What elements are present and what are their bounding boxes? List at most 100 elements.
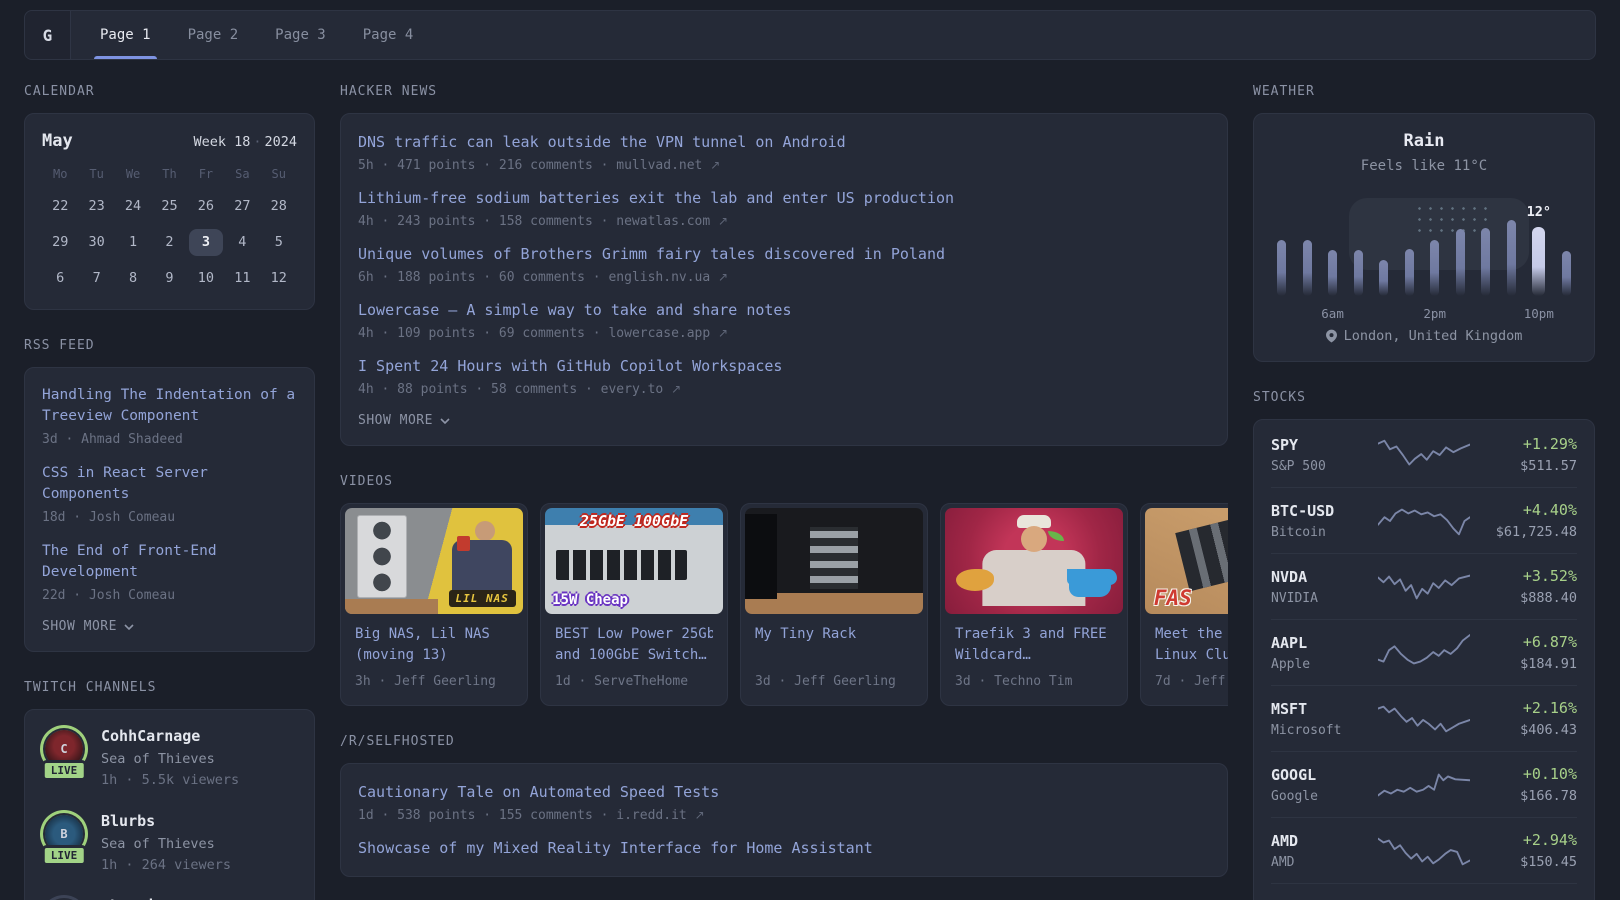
rss-item-title[interactable]: Handling The Indentation of a Treeview C…: [42, 385, 297, 427]
stock-name: S&P 500: [1271, 458, 1326, 474]
video-thumbnail[interactable]: 25GbE 100GbE 15W Cheap: [545, 508, 723, 614]
video-title[interactable]: and 100GbE Switch…: [555, 645, 713, 666]
thumb-decor: [806, 523, 863, 593]
weather-bar: [1561, 251, 1571, 296]
external-link-icon: ↗: [718, 326, 729, 340]
video-card[interactable]: LIL NAS Big NAS, Lil NAS (moving 13) 3h …: [340, 503, 528, 706]
thumb-decor: [345, 599, 438, 614]
video-thumbnail[interactable]: [745, 508, 923, 614]
hn-domain-link[interactable]: mullvad.net: [616, 158, 702, 173]
video-card[interactable]: My Tiny Rack 3d · Jeff Geerling: [740, 503, 928, 706]
twitch-avatar[interactable]: B LIVE: [41, 812, 87, 866]
weather-condition: Rain: [1403, 131, 1445, 151]
calendar-day: 26: [197, 198, 215, 214]
calendar-day-selected: 3: [188, 229, 223, 256]
external-link-icon: ↗: [718, 270, 729, 284]
tab-page-2[interactable]: Page 2: [182, 11, 245, 59]
video-title[interactable]: Linux Clu: [1155, 645, 1228, 666]
rss-show-more-button[interactable]: SHOW MORE: [42, 619, 297, 634]
reddit-domain-link[interactable]: i.redd.it: [616, 808, 686, 823]
stock-symbol: AAPL: [1271, 633, 1308, 652]
top-nav: G Page 1 Page 2 Page 3 Page 4: [24, 10, 1596, 60]
tab-page-4[interactable]: Page 4: [357, 11, 420, 59]
hn-show-more-button[interactable]: SHOW MORE: [358, 413, 1210, 428]
calendar-widget: May Week 18 · 2024 Mo Tu We Th Fr Sa Su 22…: [24, 113, 315, 310]
hn-item-title[interactable]: I Spent 24 Hours with GitHub Copilot Wor…: [358, 357, 782, 375]
hn-domain-link[interactable]: lowercase.app: [608, 326, 710, 341]
calendar-day: 7: [92, 270, 101, 286]
hn-domain-link[interactable]: every.to: [601, 382, 664, 397]
video-card[interactable]: FAS Meet the Linux Clu 7d · Jeff: [1140, 503, 1228, 706]
video-thumbnail[interactable]: [945, 508, 1123, 614]
weekday-label: Th: [162, 167, 177, 181]
twitch-channel-meta: 1h · 5.5k viewers: [101, 772, 240, 788]
rss-item-title[interactable]: CSS in React Server Components: [42, 463, 297, 505]
hn-item: Lithium-free sodium batteries exit the l…: [358, 187, 1210, 229]
twitch-channel-category[interactable]: Sea of Thieves: [101, 836, 231, 852]
video-title[interactable]: My Tiny Rack: [755, 624, 913, 645]
weather-bar: [1379, 260, 1389, 296]
hn-item-title[interactable]: Unique volumes of Brothers Grimm fairy t…: [358, 245, 945, 263]
hn-meta-text: 6h · 188 points · 60 comments ·: [358, 270, 601, 285]
twitch-avatar[interactable]: C LIVE: [41, 727, 87, 781]
twitch-channel-category[interactable]: Sea of Thieves: [101, 751, 239, 767]
video-title[interactable]: Traefik 3 and FREE: [955, 624, 1113, 645]
video-thumbnail[interactable]: LIL NAS: [345, 508, 523, 614]
stock-row[interactable]: BTC-USD Bitcoin +4.40% $61,725.48: [1271, 488, 1577, 554]
external-link-icon: ↗: [694, 808, 705, 822]
thumb-decor: [456, 535, 470, 551]
reddit-item-title[interactable]: Showcase of my Mixed Reality Interface f…: [358, 839, 873, 857]
video-thumbnail[interactable]: FAS: [1145, 508, 1228, 614]
weather-location-row: London, United Kingdom: [1271, 328, 1577, 344]
stock-row[interactable]: AMD AMD +2.94% $150.45: [1271, 818, 1577, 884]
video-card[interactable]: Traefik 3 and FREE Wildcard… 3d · Techno…: [940, 503, 1128, 706]
stocks-widget: SPY S&P 500 +1.29% $511.57 BTC-USD Bitcoin …: [1253, 419, 1595, 900]
tab-page-3[interactable]: Page 3: [269, 11, 332, 59]
rss-item-title[interactable]: The End of Front-End Development: [42, 541, 297, 583]
stock-row[interactable]: NVDA NVIDIA +3.52% $888.40: [1271, 554, 1577, 620]
stock-symbol: AMD: [1271, 831, 1299, 850]
stock-row[interactable]: RDDT -1.65%: [1271, 884, 1577, 900]
reddit-item-title[interactable]: Cautionary Tale on Automated Speed Tests: [358, 783, 719, 801]
video-card[interactable]: 25GbE 100GbE 15W Cheap BEST Low Power 25…: [540, 503, 728, 706]
twitch-channel-row: B LIVE Blurbs Sea of Thieves 1h · 264 vi…: [41, 812, 297, 873]
stock-row[interactable]: SPY S&P 500 +1.29% $511.57: [1271, 422, 1577, 488]
video-title[interactable]: Big NAS, Lil NAS: [355, 624, 513, 645]
twitch-channel-name[interactable]: CohhCarnage: [101, 727, 239, 745]
hn-meta-text: 4h · 88 points · 58 comments ·: [358, 382, 593, 397]
stock-price: $150.45: [1520, 854, 1577, 870]
stock-row[interactable]: GOOGL Google +0.10% $166.78: [1271, 752, 1577, 818]
hn-domain-link[interactable]: newatlas.com: [616, 214, 710, 229]
video-title[interactable]: [755, 645, 913, 666]
calendar-year: 2024: [264, 134, 297, 150]
stock-sparkline: [1378, 439, 1470, 465]
video-title[interactable]: (moving 13): [355, 645, 513, 666]
thumb-decor: [955, 568, 994, 591]
rss-item-meta: 18d · Josh Comeau: [42, 510, 176, 525]
hn-item-title[interactable]: DNS traffic can leak outside the VPN tun…: [358, 133, 846, 151]
stock-change: +2.94%: [1522, 831, 1577, 849]
tab-page-1[interactable]: Page 1: [94, 11, 157, 59]
hn-item-title[interactable]: Lowercase – A simple way to take and sha…: [358, 301, 791, 319]
stock-symbol: BTC-USD: [1271, 501, 1335, 520]
hn-item-meta: 6h · 188 points · 60 comments · english.…: [358, 270, 1210, 285]
dashboard-page: G Page 1 Page 2 Page 3 Page 4 CALENDAR M…: [0, 0, 1620, 900]
weather-chart: 6am 2pm 10pm 12°: [1277, 198, 1571, 321]
weekday-label: Mo: [52, 167, 68, 181]
video-title[interactable]: Meet the: [1155, 624, 1228, 645]
rss-item: Handling The Indentation of a Treeview C…: [42, 385, 297, 447]
video-title[interactable]: Wildcard…: [955, 645, 1113, 666]
hn-item-title[interactable]: Lithium-free sodium batteries exit the l…: [358, 189, 954, 207]
twitch-channel-name[interactable]: Blurbs: [101, 812, 231, 830]
stock-symbol: SPY: [1271, 435, 1299, 454]
stock-row[interactable]: AAPL Apple +6.87% $184.91: [1271, 620, 1577, 686]
video-title[interactable]: BEST Low Power 25GbE: [555, 624, 713, 645]
weather-bar-current: 10pm 12°: [1524, 204, 1554, 321]
video-meta: 3h · Jeff Geerling: [355, 674, 496, 689]
weather-bar: [1302, 240, 1312, 296]
stock-row[interactable]: MSFT Microsoft +2.16% $406.43: [1271, 686, 1577, 752]
calendar-grid: Mo Tu We Th Fr Sa Su 22 23 24 25 26 27 2…: [42, 167, 297, 292]
weekday-label: We: [125, 167, 141, 181]
hn-meta-text: 4h · 109 points · 69 comments ·: [358, 326, 601, 341]
hn-domain-link[interactable]: english.nv.ua: [608, 270, 710, 285]
